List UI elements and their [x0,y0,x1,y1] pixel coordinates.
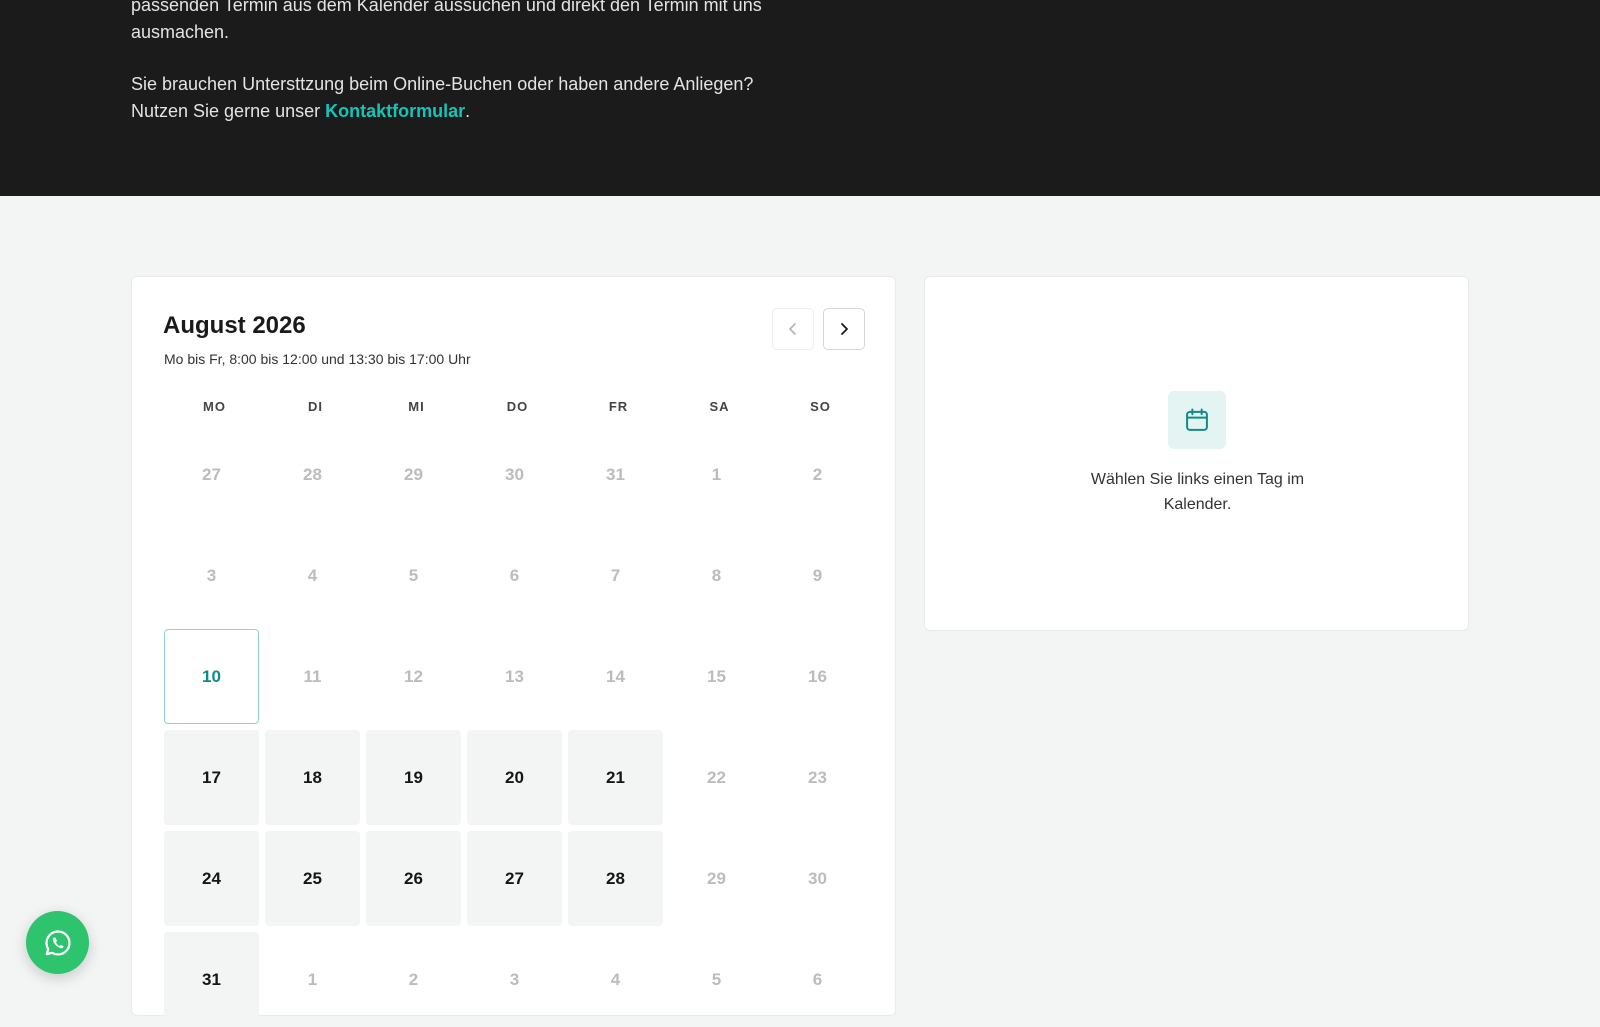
whatsapp-icon [44,929,71,955]
calendar-day-unavailable: 6 [812,969,823,989]
calendar-day-unavailable: 29 [404,464,423,484]
calendar-card: August 2026 Mo bis Fr, 8:00 bis 12:00 un… [131,276,896,1027]
calendar-day-unavailable: 8 [711,565,722,585]
calendar-day-available[interactable]: 25 [265,831,360,926]
calendar-day-unavailable: 4 [307,565,318,585]
office-hours-text: Mo bis Fr, 8:00 bis 12:00 und 13:30 bis … [164,351,471,367]
chevron-right-icon [841,323,848,335]
calendar-day-unavailable: 30 [505,464,524,484]
calendar-day-unavailable: 6 [509,565,520,585]
weekday-label: MO [203,399,226,414]
hero-section: passenden Termin aus dem Kalender aussuc… [0,0,1600,196]
calendar-day-unavailable: 7 [610,565,621,585]
calendar-day-unavailable: 13 [505,666,524,686]
select-day-hint: Wählen Sie links einen Tag im Kalender. [1090,471,1305,513]
calendar-day-available[interactable]: 28 [568,831,663,926]
calendar-day-available[interactable]: 21 [568,730,663,825]
calendar-day-available[interactable]: 26 [366,831,461,926]
time-slot-panel: Wählen Sie links einen Tag im Kalender. [924,276,1469,631]
calendar-day-unavailable: 2 [408,969,419,989]
calendar-day-unavailable: 11 [303,666,322,686]
calendar-day-available[interactable]: 27 [467,831,562,926]
calendar-icon-badge [1168,391,1226,449]
calendar-day-unavailable: 5 [711,969,722,989]
calendar-day-unavailable: 15 [707,666,726,686]
calendar-day-unavailable: 9 [812,565,823,585]
calendar-icon [1186,408,1208,431]
calendar-day-unavailable: 3 [206,565,217,585]
calendar-day-unavailable: 1 [711,464,722,484]
calendar-day-unavailable: 23 [808,767,827,787]
weekday-label: SO [810,399,831,414]
calendar-day-unavailable: 16 [808,666,827,686]
chevron-left-icon [789,323,796,335]
calendar-day-available[interactable]: 31 [164,932,259,1027]
calendar-day-unavailable: 1 [307,969,318,989]
weekday-label: MI [408,399,425,414]
whatsapp-chat-button[interactable] [26,911,89,974]
weekday-label: SA [709,399,730,414]
calendar-day-unavailable: 4 [610,969,621,989]
weekday-label: DO [506,399,529,414]
hero-intro-text: passenden Termin aus dem Kalender aussuc… [131,0,762,42]
calendar-day-unavailable: 5 [408,565,419,585]
calendar-day-unavailable: 12 [404,666,423,686]
calendar-day-unavailable: 2 [812,464,823,484]
calendar-day-unavailable: 22 [707,767,726,787]
calendar-day-unavailable: 29 [707,868,726,888]
calendar-day-unavailable: 31 [606,464,625,484]
calendar-day-available[interactable]: 20 [467,730,562,825]
calendar-day-available[interactable]: 24 [164,831,259,926]
calendar-day-grid: 27 28 29 30 31 1 2 3 4 5 6 7 8 9 10 11 12 13 14 15 16 17 18 19 2… [164,427,871,1027]
prev-month-button[interactable] [772,308,814,350]
calendar-day-unavailable: 28 [303,464,322,484]
weekday-header: MO DI MI DO FR SA SO [164,399,871,414]
calendar-day-unavailable: 14 [606,666,625,686]
calendar-day-available[interactable]: 18 [265,730,360,825]
calendar-day-available[interactable]: 17 [164,730,259,825]
support-line-1: Sie brauchen Untersttzung beim Online-Bu… [131,74,754,94]
calendar-day-today[interactable]: 10 [164,629,259,724]
calendar-day-unavailable: 30 [808,868,827,888]
calendar-day-available[interactable]: 19 [366,730,461,825]
calendar-day-unavailable: 27 [202,464,221,484]
contact-form-link[interactable]: Kontaktformular [325,101,465,121]
support-line-2-prefix: Nutzen Sie gerne unser [131,101,326,121]
calendar-day-unavailable: 3 [509,969,520,989]
weekday-label: DI [308,399,323,414]
calendar-month-title: August 2026 [163,312,306,339]
weekday-label: FR [608,399,629,414]
next-month-button[interactable] [823,308,865,350]
hero-support-text: Sie brauchen Untersttzung beim Online-Bu… [131,71,771,125]
support-line-2-suffix: . [465,101,471,121]
